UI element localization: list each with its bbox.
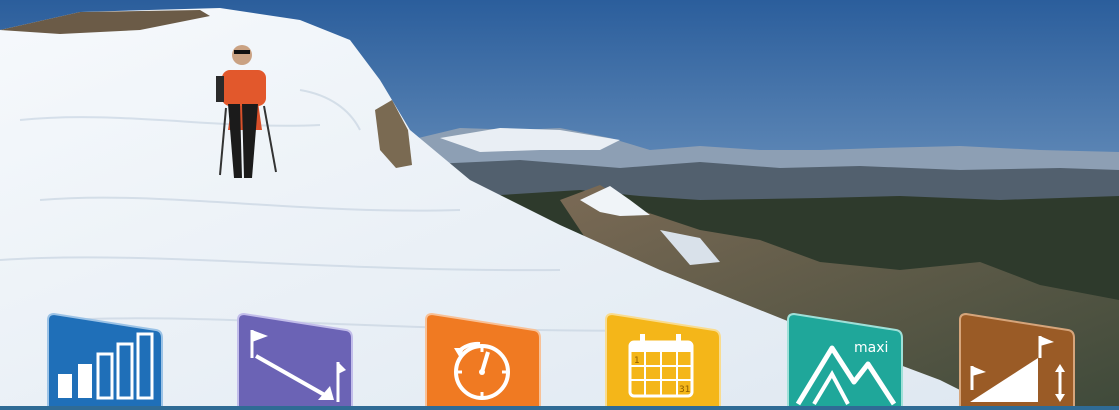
calendar-first-day: 1 xyxy=(634,356,640,366)
calendar-icon: 1 31 xyxy=(605,312,721,410)
max-altitude-icon: maxi xyxy=(787,312,903,410)
calendar-last-day: 31 xyxy=(679,385,690,395)
distance-tile[interactable] xyxy=(234,312,354,410)
max-altitude-tile[interactable]: maxi xyxy=(784,312,904,410)
elevation-gain-icon xyxy=(959,312,1075,410)
hero-photo xyxy=(0,0,1119,410)
difficulty-tile[interactable] xyxy=(44,312,164,410)
duration-clock-icon xyxy=(425,312,541,410)
difficulty-bars-icon xyxy=(47,312,163,410)
hero-scene: 1 31 maxi xyxy=(0,0,1119,410)
bottom-bar xyxy=(0,406,1119,410)
distance-arrow-icon xyxy=(237,312,353,410)
max-altitude-label: maxi xyxy=(854,340,888,356)
elevation-gain-tile[interactable] xyxy=(956,312,1076,410)
calendar-tile[interactable]: 1 31 xyxy=(602,312,722,410)
duration-tile[interactable] xyxy=(422,312,542,410)
